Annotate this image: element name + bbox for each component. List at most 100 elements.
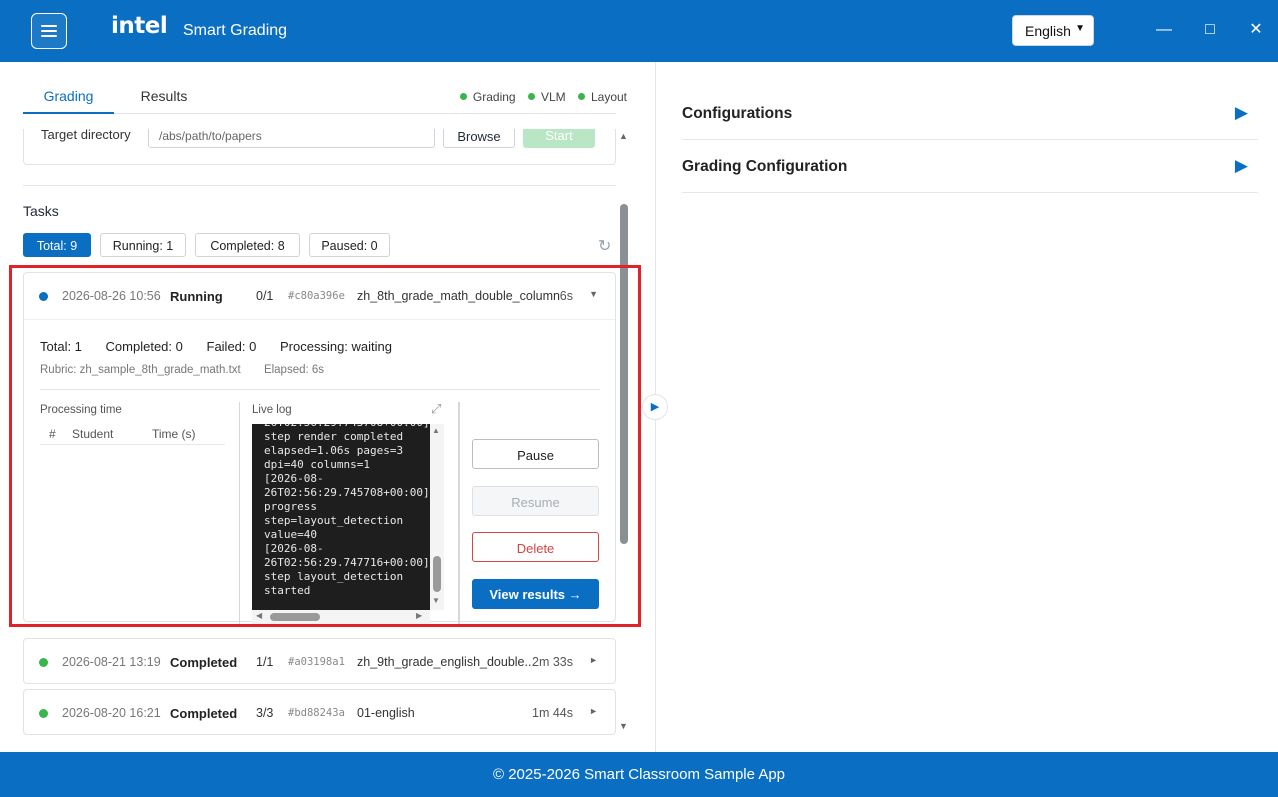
task-duration: 1m 44s	[532, 706, 573, 720]
collapse-icon[interactable]: ▼	[589, 289, 598, 299]
live-log-title: Live log	[252, 404, 292, 416]
configurations-section[interactable]: Configurations ▶	[682, 87, 1258, 140]
scroll-up-icon[interactable]: ▲	[432, 426, 440, 435]
browse-button[interactable]: Browse	[443, 129, 515, 148]
scroll-down-icon[interactable]: ▼	[619, 721, 628, 731]
log-horizontal-scrollbar[interactable]: ◀ ▶	[252, 610, 430, 624]
status-dot-icon	[39, 292, 48, 301]
scroll-left-icon[interactable]: ◀	[256, 611, 262, 620]
menu-icon-bar	[41, 30, 57, 32]
title-bar: intel Smart Grading English ▼ — □ ✕	[0, 0, 1278, 62]
play-arrow-icon[interactable]: ▶	[1235, 103, 1248, 123]
task-card-running: 2026-08-26 10:56 Running 0/1 #c80a396e z…	[23, 272, 616, 624]
status-label: VLM	[540, 90, 566, 104]
delete-button[interactable]: Delete	[472, 532, 599, 562]
processing-time-title: Processing time	[40, 404, 122, 416]
menu-icon	[41, 25, 57, 27]
language-select[interactable]: English ▼	[1012, 15, 1094, 46]
refresh-icon[interactable]: ↻	[598, 236, 611, 256]
column-header: Student	[72, 427, 114, 441]
section-title: Grading Configuration	[682, 158, 848, 175]
footer: © 2025-2026 Smart Classroom Sample App	[0, 752, 1278, 797]
task-card-completed[interactable]: 2026-08-21 13:19 Completed 1/1 #a03198a1…	[23, 638, 616, 684]
scroll-thumb[interactable]	[433, 556, 441, 592]
task-duration: 2m 33s	[532, 655, 573, 669]
task-status: Running	[170, 289, 223, 304]
view-results-button[interactable]: View results →	[472, 579, 599, 609]
live-log-output[interactable]: 26T02:56:29.743708+00:00] step render co…	[252, 424, 430, 610]
live-log-text: 26T02:56:29.743708+00:00] step render co…	[264, 424, 430, 597]
pause-button[interactable]: Pause	[472, 439, 599, 469]
status-dot-icon	[459, 93, 467, 100]
resume-button[interactable]: Resume	[472, 486, 599, 516]
task-header[interactable]: 2026-08-20 16:21 Completed 3/3 #bd88243a…	[24, 690, 615, 736]
app-title: Smart Grading	[183, 22, 288, 39]
column-header: #	[49, 427, 56, 441]
play-arrow-icon[interactable]: ▶	[1235, 156, 1248, 176]
chevron-down-icon: ▼	[1075, 23, 1085, 34]
scroll-thumb[interactable]	[270, 613, 320, 621]
task-id: #bd88243a	[288, 707, 345, 719]
status-dot-icon	[577, 93, 585, 100]
task-id: #a03198a1	[288, 656, 345, 668]
scroll-down-icon[interactable]: ▼	[432, 596, 440, 605]
status-label: Layout	[590, 90, 627, 104]
close-button[interactable]: ✕	[1244, 18, 1268, 42]
log-vertical-scrollbar[interactable]: ▲ ▼	[430, 424, 444, 610]
menu-icon-bar	[41, 35, 57, 37]
summary-completed: Completed: 0	[105, 339, 183, 354]
target-directory-input[interactable]: /abs/path/to/papers	[148, 129, 435, 148]
task-name: zh_8th_grade_math_double_column	[357, 289, 560, 303]
scroll-thumb[interactable]	[620, 204, 628, 544]
tab-results[interactable]: Results	[128, 88, 200, 114]
filter-paused[interactable]: Paused: 0	[309, 233, 390, 257]
task-name: 01-english	[357, 706, 415, 720]
summary-failed: Failed: 0	[206, 339, 257, 354]
hamburger-menu-button[interactable]	[31, 13, 67, 49]
target-directory-card: Target directory /abs/path/to/papers Bro…	[23, 129, 616, 165]
task-count: 1/1	[256, 655, 274, 669]
task-id: #c80a396e	[288, 290, 345, 302]
grading-configuration-section[interactable]: Grading Configuration ▶	[682, 140, 1258, 193]
task-date: 2026-08-20 16:21	[62, 706, 161, 720]
expand-icon[interactable]: ►	[589, 655, 598, 665]
tab-grading[interactable]: Grading	[23, 88, 114, 114]
processing-time-table-header: # Student Time (s)	[40, 423, 225, 445]
task-status: Completed	[170, 706, 238, 721]
column-divider	[458, 402, 460, 624]
service-status: Grading VLM Layout	[451, 90, 627, 104]
task-status: Completed	[170, 655, 238, 670]
task-name: zh_9th_grade_english_double...	[357, 655, 535, 669]
minimize-button[interactable]: —	[1152, 18, 1176, 42]
filter-completed[interactable]: Completed: 8	[195, 233, 300, 257]
language-value: English	[1025, 23, 1071, 39]
maximize-button[interactable]: □	[1198, 18, 1222, 42]
expand-icon[interactable]: ►	[589, 706, 598, 716]
status-dot-icon	[39, 658, 48, 667]
filter-running[interactable]: Running: 1	[100, 233, 186, 257]
task-summary: Total: 1 Completed: 0 Failed: 0 Processi…	[40, 339, 412, 354]
tasks-scrollbar[interactable]: ▲ ▼	[616, 129, 632, 737]
collapse-panel-button[interactable]: ▶	[642, 394, 668, 420]
status-layout: Layout	[577, 90, 627, 104]
start-button[interactable]: Start	[523, 129, 595, 148]
grading-panel: Grading Results Grading VLM Layout Targe…	[0, 62, 655, 752]
scroll-up-icon[interactable]: ▲	[619, 131, 628, 141]
task-duration: 6s	[559, 289, 573, 303]
column-divider	[239, 402, 240, 624]
status-label: Grading	[472, 90, 516, 104]
task-header[interactable]: 2026-08-21 13:19 Completed 1/1 #a03198a1…	[24, 639, 615, 685]
task-sub-summary: Rubric: zh_sample_8th_grade_math.txt Ela…	[40, 364, 344, 376]
task-card-completed[interactable]: 2026-08-20 16:21 Completed 3/3 #bd88243a…	[23, 689, 616, 735]
section-title: Configurations	[682, 105, 793, 122]
task-header[interactable]: 2026-08-26 10:56 Running 0/1 #c80a396e z…	[24, 273, 615, 319]
rubric-label: Rubric: zh_sample_8th_grade_math.txt	[40, 364, 241, 376]
task-count: 3/3	[256, 706, 274, 720]
scroll-right-icon[interactable]: ▶	[416, 611, 422, 620]
column-header: Time (s)	[152, 427, 196, 441]
target-directory-label: Target directory	[41, 129, 131, 142]
tasks-scroll-area: Target directory /abs/path/to/papers Bro…	[0, 129, 632, 752]
filter-total[interactable]: Total: 9	[23, 233, 91, 257]
expand-icon[interactable]: ⤢	[431, 401, 441, 417]
intel-logo: intel	[111, 13, 168, 39]
